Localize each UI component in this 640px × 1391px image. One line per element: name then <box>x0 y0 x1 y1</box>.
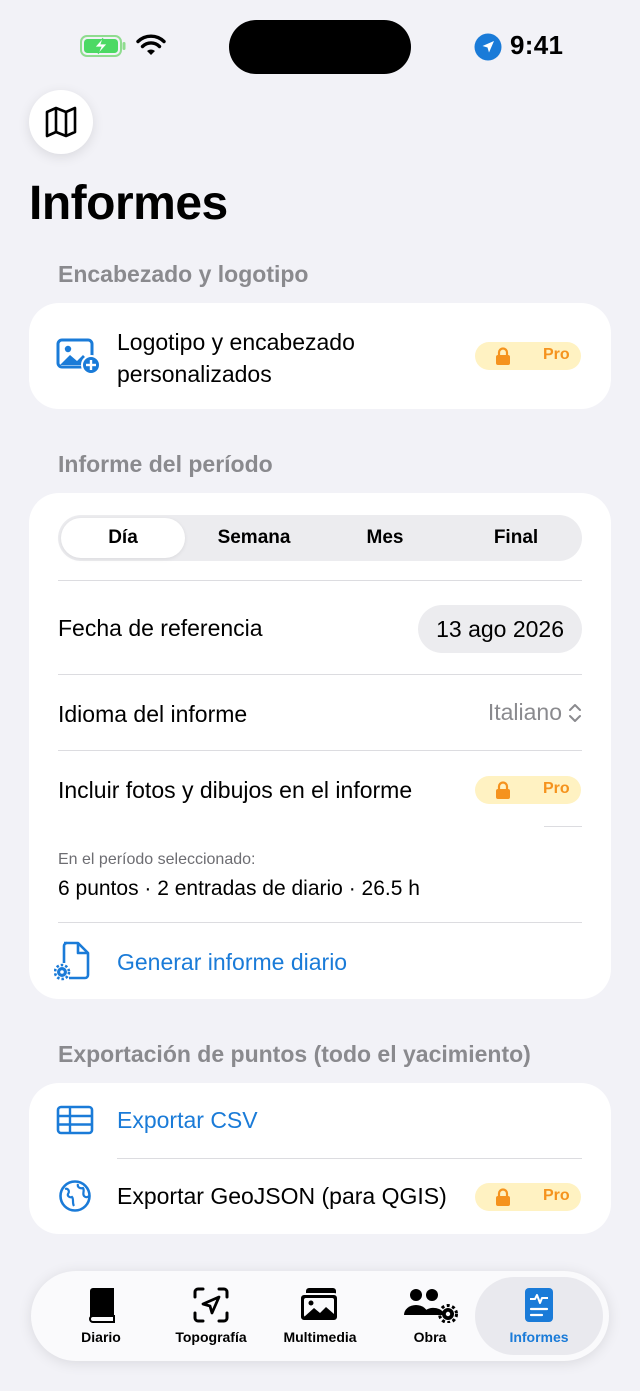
map-icon <box>45 106 77 138</box>
tab-topografia[interactable]: Topografía <box>151 1271 271 1361</box>
export-geojson-label: Exportar GeoJSON (para QGIS) <box>117 1183 447 1209</box>
tab-bar: Diario Topografía Multimedia Obra Inform… <box>31 1271 609 1361</box>
pro-label: Pro <box>543 780 570 797</box>
export-card: Exportar CSV Exportar GeoJSON (para QGIS… <box>29 1083 611 1234</box>
lock-icon <box>496 781 510 799</box>
location-arrow-icon <box>474 33 502 61</box>
tab-label: Topografía <box>175 1329 247 1345</box>
export-csv-button[interactable]: Exportar CSV <box>29 1083 611 1158</box>
report-language-label: Idioma del informe <box>58 701 248 727</box>
segment-mes[interactable]: Mes <box>320 515 450 561</box>
export-csv-label: Exportar CSV <box>117 1107 258 1133</box>
report-icon <box>525 1288 553 1322</box>
segment-semana[interactable]: Semana <box>189 515 319 561</box>
segment-final[interactable]: Final <box>451 515 581 561</box>
status-bar: 9:41 <box>0 0 640 96</box>
tab-label: Diario <box>81 1329 121 1345</box>
lock-icon <box>496 1188 510 1206</box>
tab-label: Obra <box>413 1329 447 1345</box>
reference-date-label: Fecha de referencia <box>58 615 263 641</box>
photo-stack-icon <box>299 1288 339 1322</box>
dynamic-island <box>229 20 411 74</box>
tab-label: Informes <box>509 1329 569 1345</box>
book-icon <box>88 1288 115 1323</box>
pro-label: Pro <box>543 1187 570 1204</box>
summary-text: 6 puntos · 2 entradas de diario · 26.5 h <box>58 877 420 900</box>
page-title: Informes <box>29 177 228 230</box>
tab-diario[interactable]: Diario <box>41 1271 161 1361</box>
tab-multimedia[interactable]: Multimedia <box>260 1271 380 1361</box>
period-segmented-control: Día Semana Mes Final <box>58 515 582 561</box>
tab-obra[interactable]: Obra <box>370 1271 490 1361</box>
include-photos-label: Incluir fotos y dibujos en el informe <box>58 777 413 803</box>
section-header-logo: Encabezado y logotipo <box>58 261 309 287</box>
tab-label: Multimedia <box>283 1329 357 1345</box>
lock-icon <box>496 347 510 365</box>
include-photos-row[interactable]: Incluir fotos y dibujos en el informe Pr… <box>29 751 611 827</box>
location-scan-icon <box>193 1287 229 1323</box>
divider <box>58 674 582 675</box>
report-language-picker[interactable]: Italiano <box>488 699 582 726</box>
photo-add-icon <box>56 338 101 375</box>
section-header-period: Informe del período <box>58 451 273 477</box>
chevron-up-down-icon <box>569 703 581 722</box>
table-icon <box>56 1105 94 1135</box>
tab-informes[interactable]: Informes <box>479 1271 599 1361</box>
custom-logo-label-line1: Logotipo y encabezado <box>117 329 355 355</box>
generate-report-button[interactable]: Generar informe diario <box>29 923 611 999</box>
pro-label: Pro <box>543 346 570 363</box>
export-geojson-button[interactable]: Exportar GeoJSON (para QGIS) Pro <box>29 1159 611 1234</box>
divider <box>544 826 582 827</box>
status-time: 9:41 <box>510 30 564 60</box>
summary-caption: En el período seleccionado: <box>58 851 256 868</box>
segment-dia[interactable]: Día <box>61 518 185 558</box>
map-button[interactable] <box>29 90 93 154</box>
reference-date-picker[interactable]: 13 ago 2026 <box>418 605 582 653</box>
logo-card: Logotipo y encabezado personalizados Pro <box>29 303 611 409</box>
report-language-value: Italiano <box>487 699 562 725</box>
pro-badge: Pro <box>475 1183 581 1211</box>
custom-logo-label-line2: personalizados <box>117 361 272 387</box>
section-header-export: Exportación de puntos (todo el yacimient… <box>58 1041 531 1067</box>
document-gear-icon <box>54 941 90 981</box>
pro-badge: Pro <box>475 776 581 804</box>
period-card: Día Semana Mes Final Fecha de referencia… <box>29 493 611 999</box>
pro-badge: Pro <box>475 342 581 370</box>
generate-report-label: Generar informe diario <box>117 949 348 975</box>
people-gear-icon <box>404 1289 458 1323</box>
wifi-icon <box>136 34 166 55</box>
globe-icon <box>59 1180 91 1212</box>
battery-charging-icon <box>80 35 126 57</box>
custom-logo-row[interactable]: Logotipo y encabezado personalizados Pro <box>29 303 611 409</box>
divider <box>58 580 582 581</box>
